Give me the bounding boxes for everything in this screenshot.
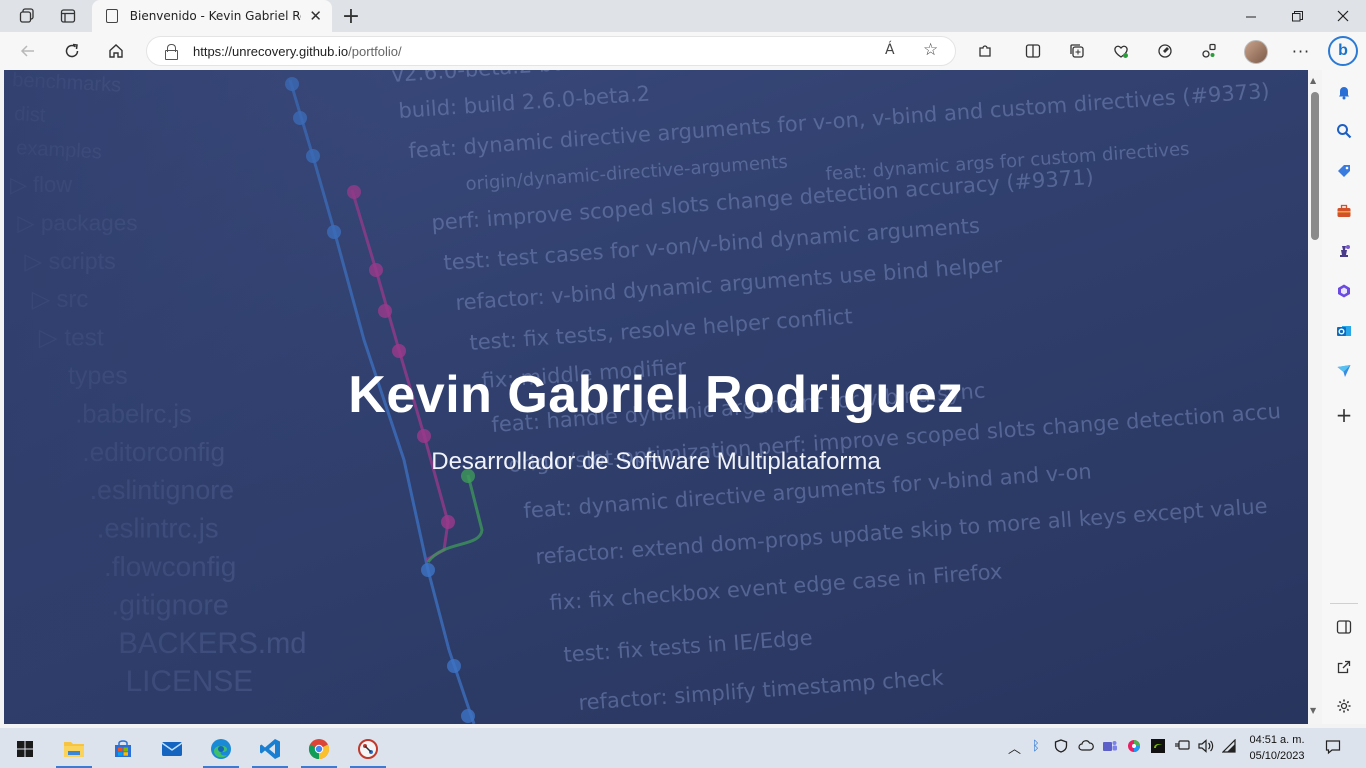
- address-bar[interactable]: https://unrecovery.github.io/portfolio/ …: [146, 36, 956, 66]
- title-bar: Bienvenido - Kevin Gabriel Rodriguez ✕ +: [0, 0, 1366, 32]
- wifi-signal-icon[interactable]: [1221, 738, 1236, 757]
- hero-subtitle: Desarrollador de Software Multiplataform…: [431, 448, 881, 475]
- add-sidebar-app-icon[interactable]: +: [1332, 403, 1356, 427]
- lock-icon[interactable]: [165, 44, 178, 60]
- tab-actions-icon[interactable]: [55, 4, 81, 28]
- onedrive-cloud-icon[interactable]: [1078, 739, 1094, 755]
- close-tab-icon[interactable]: ✕: [309, 7, 322, 25]
- system-clock[interactable]: 04:51 a. m. 05/10/2023: [1240, 732, 1314, 764]
- browser-toolbar: https://unrecovery.github.io/portfolio/ …: [0, 32, 1366, 70]
- nvidia-icon[interactable]: [1151, 739, 1165, 757]
- outlook-icon[interactable]: [1332, 319, 1356, 343]
- windows-start-icon[interactable]: [10, 734, 40, 764]
- microsoft-365-icon[interactable]: [1332, 279, 1356, 303]
- new-tab-button[interactable]: +: [338, 3, 364, 29]
- refresh-button[interactable]: [58, 38, 86, 64]
- notification-center-icon[interactable]: [1325, 739, 1341, 759]
- tools-briefcase-icon[interactable]: [1332, 199, 1356, 223]
- settings-more-icon[interactable]: ···: [1290, 40, 1312, 62]
- security-shield-icon[interactable]: [1054, 739, 1068, 757]
- restore-button[interactable]: [1274, 0, 1320, 32]
- show-hidden-icons-chevron-icon[interactable]: ︿: [1008, 738, 1021, 757]
- notifications-bell-icon[interactable]: [1332, 80, 1356, 104]
- bluetooth-icon[interactable]: ᛒ: [1032, 739, 1040, 754]
- sidebar-settings-gear-icon[interactable]: [1332, 694, 1356, 718]
- url-path: /portfolio/: [348, 44, 402, 59]
- color-app-icon[interactable]: [1127, 739, 1141, 757]
- hide-sidebar-icon[interactable]: [1332, 615, 1356, 639]
- chrome-icon[interactable]: [304, 734, 334, 764]
- drop-send-icon[interactable]: [1332, 359, 1356, 383]
- browser-essentials-icon[interactable]: [1110, 40, 1132, 62]
- hero-name: Kevin Gabriel Rodriguez: [348, 366, 964, 424]
- bing-copilot-icon[interactable]: b: [1328, 36, 1358, 66]
- active-tab[interactable]: Bienvenido - Kevin Gabriel Rodriguez ✕: [92, 0, 332, 32]
- performance-icon[interactable]: [1198, 40, 1220, 62]
- split-screen-icon[interactable]: [1022, 40, 1044, 62]
- scroll-thumb[interactable]: [1311, 92, 1319, 240]
- windows-taskbar: ︿ ᛒ 04:51 a. m. 05/10/2023: [0, 728, 1366, 768]
- teams-icon[interactable]: [1102, 739, 1118, 757]
- edge-sidebar: +: [1322, 70, 1366, 724]
- file-explorer-icon[interactable]: [59, 734, 89, 764]
- git-tool-icon[interactable]: [353, 734, 383, 764]
- page-viewport: benchmarksdistexamples▷ flow▷ packages▷ …: [4, 70, 1308, 724]
- clock-time: 04:51 a. m.: [1249, 734, 1305, 746]
- url-text[interactable]: https://unrecovery.github.io/portfolio/: [193, 44, 402, 59]
- profile-avatar[interactable]: [1244, 40, 1268, 64]
- close-window-button[interactable]: [1320, 0, 1366, 32]
- page-scrollbar[interactable]: ▲ ▼: [1308, 70, 1322, 724]
- scroll-up-arrow-icon[interactable]: ▲: [1310, 76, 1316, 85]
- vscode-icon[interactable]: [255, 734, 285, 764]
- clock-date: 05/10/2023: [1249, 750, 1305, 762]
- favorite-star-icon[interactable]: ☆: [923, 40, 938, 60]
- microsoft-store-icon[interactable]: [108, 734, 138, 764]
- sidebar-separator: [1330, 603, 1358, 604]
- search-icon[interactable]: [1332, 119, 1356, 143]
- home-button[interactable]: [102, 38, 130, 64]
- feedback-icon[interactable]: [1154, 40, 1176, 62]
- extensions-icon[interactable]: [974, 40, 996, 62]
- volume-speaker-icon[interactable]: [1198, 739, 1214, 757]
- page-icon: [106, 9, 118, 23]
- url-host: https://unrecovery.github.io: [193, 44, 349, 59]
- games-chess-icon[interactable]: [1332, 239, 1356, 263]
- minimize-button[interactable]: [1228, 0, 1274, 32]
- scroll-down-arrow-icon[interactable]: ▼: [1310, 706, 1316, 715]
- open-external-icon[interactable]: [1332, 655, 1356, 679]
- mail-icon[interactable]: [157, 734, 187, 764]
- collections-icon[interactable]: [1066, 40, 1088, 62]
- tab-title: Bienvenido - Kevin Gabriel Rodriguez: [129, 9, 302, 23]
- edge-browser-icon[interactable]: [206, 734, 236, 764]
- shopping-tag-icon[interactable]: [1332, 159, 1356, 183]
- power-plug-icon[interactable]: [1174, 739, 1190, 755]
- workspaces-icon[interactable]: [14, 4, 40, 28]
- back-button[interactable]: [14, 38, 42, 64]
- read-aloud-icon[interactable]: Á: [885, 42, 895, 58]
